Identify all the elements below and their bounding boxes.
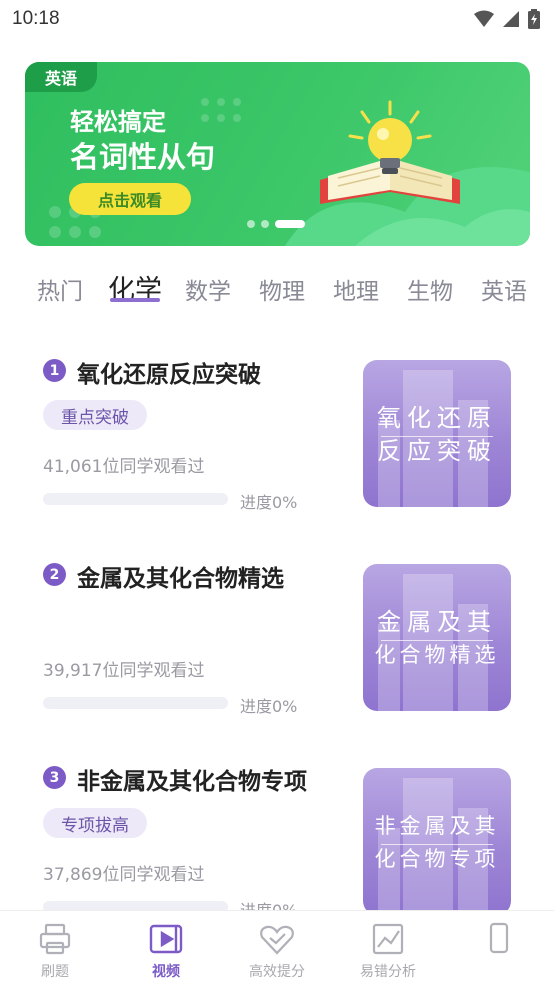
chart-icon (372, 923, 404, 955)
progress-bar (43, 697, 228, 709)
course-tag: 专项拔高 (43, 808, 147, 838)
course-title: 非金属及其化合物专项 (77, 769, 307, 795)
thumbnail-text-1: 非金属及其 (374, 814, 500, 838)
nav-error-analysis[interactable]: 易错分析 (333, 911, 443, 985)
course-views: 39,917位同学观看过 (43, 661, 205, 681)
thumbnail-text-1: 金属及其 (377, 608, 497, 636)
thumbnail-text-1: 氧化还原 (377, 404, 497, 432)
course-title: 金属及其化合物精选 (77, 566, 284, 592)
tab-geography[interactable]: 地理 (333, 272, 379, 306)
course-title: 氧化还原反应突破 (77, 362, 261, 388)
course-views: 41,061位同学观看过 (43, 457, 205, 477)
course-number-badge: 1 (43, 359, 66, 382)
video-icon (149, 924, 183, 954)
progress-label: 进度0% (240, 697, 298, 716)
nav-label: 刷题 (41, 964, 69, 980)
tab-physics[interactable]: 物理 (259, 272, 305, 306)
nav-improve[interactable]: 高效提分 (222, 911, 332, 985)
thumbnail-text-2: 化合物专项 (374, 847, 500, 871)
nav-video[interactable]: 视频 (111, 911, 221, 985)
course-tag: 重点突破 (43, 400, 147, 430)
thumbnail-text-2: 反应突破 (377, 437, 497, 465)
phone-icon (489, 922, 509, 954)
course-thumbnail[interactable]: 非金属及其 化合物专项 (363, 768, 511, 915)
bottom-navigation: 刷题 视频 高效提分 易错分析 (0, 910, 554, 985)
heart-check-icon (260, 925, 294, 955)
course-number-badge: 3 (43, 766, 66, 789)
tab-biology[interactable]: 生物 (407, 272, 453, 306)
course-thumbnail[interactable]: 金属及其 化合物精选 (363, 564, 511, 711)
pager-dot (247, 220, 255, 228)
pager-dot-active (275, 220, 305, 228)
nav-label: 易错分析 (360, 964, 416, 980)
tab-english[interactable]: 英语 (481, 272, 527, 306)
course-number-badge: 2 (43, 563, 66, 586)
course-thumbnail[interactable]: 氧化还原 反应突破 (363, 360, 511, 507)
pager-dot (261, 220, 269, 228)
tab-math[interactable]: 数学 (185, 272, 231, 306)
nav-label: 高效提分 (249, 964, 305, 980)
course-views: 37,869位同学观看过 (43, 865, 205, 885)
printer-icon (39, 923, 71, 955)
active-tab-indicator (110, 298, 160, 302)
subject-tabs: 热门 化学 数学 物理 地理 生物 英语 (0, 262, 554, 312)
banner-pager (247, 220, 305, 228)
progress-label: 进度0% (240, 493, 298, 512)
course-item[interactable]: 3 非金属及其化合物专项 专项拔高 37,869位同学观看过 进度0% 非金属及… (0, 0, 554, 920)
thumbnail-text-2: 化合物精选 (374, 643, 500, 667)
nav-more[interactable] (444, 911, 554, 985)
progress-bar (43, 493, 228, 505)
tab-hot[interactable]: 热门 (37, 272, 83, 306)
nav-label: 视频 (152, 964, 180, 980)
nav-practice[interactable]: 刷题 (0, 911, 110, 985)
